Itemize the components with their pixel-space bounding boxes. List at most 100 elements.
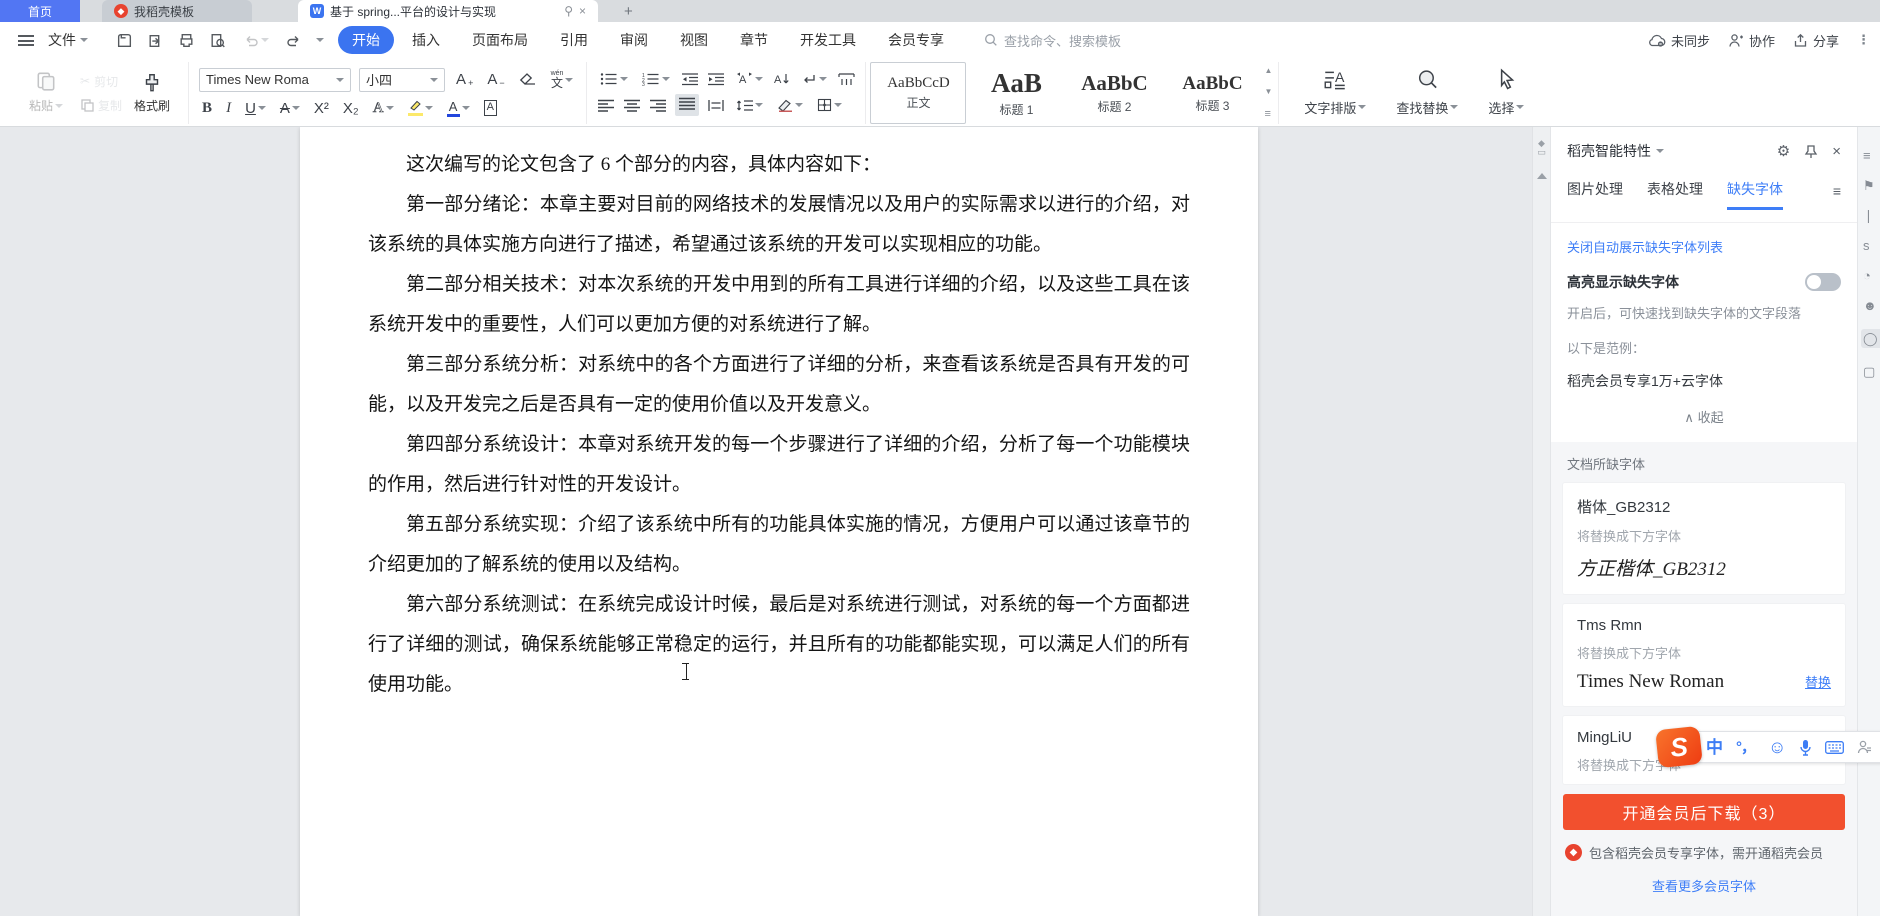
decrease-indent-button[interactable] — [681, 72, 699, 86]
shading-button[interactable] — [774, 97, 806, 114]
dock-clock-icon[interactable]: ◔ — [1863, 269, 1880, 282]
dock-contact-icon[interactable]: ☻ — [1863, 299, 1880, 312]
font-size-select[interactable]: 小四 — [359, 67, 446, 92]
increase-font-button[interactable]: A + — [453, 71, 476, 88]
ribbon-tab-references[interactable]: 引用 — [546, 26, 602, 54]
ruler-toggle-icon[interactable]: ◆ ▭ — [1537, 139, 1546, 157]
tab-image-processing[interactable]: 图片处理 — [1567, 179, 1623, 210]
increase-indent-button[interactable] — [707, 72, 725, 86]
file-menu[interactable]: 文件 — [42, 30, 94, 50]
download-after-membership-button[interactable]: 开通会员后下载（3） — [1563, 793, 1845, 830]
dock-skin-icon[interactable]: s — [1863, 239, 1880, 252]
undo-dropdown-icon[interactable] — [261, 38, 269, 42]
character-scale-button[interactable]: A — [733, 70, 766, 88]
disable-auto-show-link[interactable]: 关闭自动展示缺失字体列表 — [1551, 237, 1857, 256]
dock-doc-icon[interactable]: ▢ — [1863, 365, 1880, 378]
character-border-button[interactable]: A — [481, 100, 500, 116]
bold-button[interactable]: B — [199, 100, 215, 117]
column-width-button[interactable] — [838, 72, 856, 86]
ime-mic-icon[interactable] — [1799, 739, 1812, 756]
phonetic-guide-button[interactable]: wén 文 — [548, 68, 577, 91]
ribbon-tab-member[interactable]: 会员专享 — [874, 26, 958, 54]
align-left-button[interactable] — [597, 99, 615, 112]
strikethrough-button[interactable]: A — [277, 98, 303, 119]
styles-scroll-down-icon[interactable]: ▼ — [1264, 87, 1272, 96]
ribbon-tab-section[interactable]: 章节 — [726, 26, 782, 54]
ime-emoji-icon[interactable]: ☺ — [1768, 738, 1786, 756]
style-heading1[interactable]: AaB 标题 1 — [968, 62, 1064, 124]
dock-help-icon[interactable]: ◯ — [1861, 329, 1880, 348]
highlight-missing-fonts-toggle[interactable] — [1805, 273, 1841, 291]
ime-language-icon[interactable]: 中 — [1706, 739, 1723, 756]
share-button[interactable]: 分享 — [1793, 31, 1839, 50]
underline-button[interactable]: U — [242, 98, 269, 119]
sort-button[interactable]: A — [774, 72, 790, 86]
tab-table-processing[interactable]: 表格处理 — [1647, 179, 1703, 210]
vertical-scrollbar[interactable]: ◆ ▭ — [1532, 127, 1550, 916]
line-spacing-button[interactable] — [733, 97, 766, 114]
redo-button[interactable] — [286, 33, 302, 48]
cut-button[interactable]: ✂ 剪切 — [80, 73, 122, 90]
print-icon[interactable] — [178, 32, 195, 49]
tab-home[interactable]: 首页 — [0, 0, 80, 22]
align-center-button[interactable] — [623, 99, 641, 112]
save-icon[interactable] — [116, 32, 133, 49]
font-card-kaiti[interactable]: 楷体_GB2312 将替换成下方字体 方正楷体_GB2312 — [1563, 482, 1845, 594]
ime-account-icon[interactable] — [1857, 740, 1872, 754]
new-tab-button[interactable]: + — [616, 3, 641, 20]
align-right-button[interactable] — [649, 99, 667, 112]
ribbon-tab-page-layout[interactable]: 页面布局 — [458, 26, 542, 54]
panel-close-icon[interactable]: × — [1832, 143, 1841, 160]
borders-button[interactable] — [814, 96, 845, 114]
ime-punctuation-icon[interactable]: °， — [1736, 740, 1756, 755]
ribbon-tab-insert[interactable]: 插入 — [398, 26, 454, 54]
font-name-select[interactable]: Times New Roma — [199, 67, 352, 92]
font-color-button[interactable]: A — [444, 98, 473, 119]
more-options-icon[interactable]: ⋮ — [1857, 32, 1870, 48]
document-page[interactable]: 这次编写的论文包含了 6 个部分的内容，具体内容如下： 第一部分绪论：本章主要对… — [300, 127, 1258, 916]
ribbon-tab-dev-tools[interactable]: 开发工具 — [786, 26, 870, 54]
find-replace-button[interactable]: 查找替换 — [1381, 68, 1473, 119]
select-button[interactable]: 选择 — [1473, 67, 1539, 119]
dock-bookmark-icon[interactable]: ⚑ — [1863, 179, 1880, 192]
dock-outline-icon[interactable]: ≡ — [1863, 149, 1880, 162]
font-card-tmsrmn[interactable]: Tms Rmn 将替换成下方字体 Times New Roman 替换 — [1563, 603, 1845, 706]
style-normal[interactable]: AaBbCcD 正文 — [870, 62, 967, 124]
numbered-list-button[interactable]: 123 — [639, 70, 673, 88]
scroll-up-icon[interactable] — [1536, 173, 1547, 179]
command-search-input[interactable]: 查找命令、搜索模板 — [984, 31, 1121, 50]
italic-button[interactable]: I — [223, 100, 234, 117]
paste-dropdown-icon[interactable] — [55, 103, 64, 108]
copy-button[interactable]: 复制 — [80, 97, 122, 114]
panel-settings-icon[interactable]: ⚙ — [1777, 142, 1790, 160]
sync-status-button[interactable]: 未同步 — [1648, 31, 1710, 50]
tab-document-active[interactable]: W 基于 spring...平台的设计与实现 ⚲ × — [298, 0, 598, 22]
toolbar-options-icon[interactable] — [316, 38, 324, 42]
ribbon-tab-review[interactable]: 审阅 — [606, 26, 662, 54]
sogou-logo-icon[interactable]: S — [1655, 725, 1703, 769]
decrease-font-button[interactable]: A − — [484, 71, 507, 88]
document-workspace[interactable]: 这次编写的论文包含了 6 个部分的内容，具体内容如下： 第一部分绪论：本章主要对… — [0, 127, 1532, 916]
replace-link[interactable]: 替换 — [1805, 672, 1831, 691]
highlight-color-button[interactable] — [405, 98, 436, 118]
panel-pin-icon[interactable] — [1804, 144, 1818, 159]
styles-scroll-up-icon[interactable]: ▲ — [1264, 66, 1272, 75]
style-heading2[interactable]: AaBbC 标题 2 — [1066, 62, 1162, 124]
more-fonts-link[interactable]: 查看更多会员字体 — [1551, 876, 1857, 895]
export-icon[interactable] — [147, 32, 164, 49]
panel-tabs-more-icon[interactable]: ≡ — [1833, 183, 1841, 207]
tab-docer-templates[interactable]: ◆ 我稻壳模板 — [102, 0, 252, 22]
collapse-button[interactable]: ∧ 收起 — [1551, 407, 1857, 426]
distribute-button[interactable] — [707, 99, 725, 112]
ribbon-tab-view[interactable]: 视图 — [666, 26, 722, 54]
tab-close-icon[interactable]: × — [579, 4, 586, 18]
format-painter-button[interactable]: 格式刷 — [126, 70, 178, 116]
panel-title[interactable]: 稻壳智能特性 — [1567, 141, 1664, 161]
paste-button[interactable]: 粘贴 — [18, 68, 74, 118]
tab-missing-fonts[interactable]: 缺失字体 — [1727, 179, 1783, 210]
undo-button[interactable] — [240, 31, 272, 50]
tab-pin-icon[interactable]: ⚲ — [564, 4, 573, 18]
wrap-mark-button[interactable] — [798, 71, 830, 88]
bullet-list-button[interactable] — [597, 70, 631, 88]
global-menu-icon[interactable] — [18, 34, 34, 46]
